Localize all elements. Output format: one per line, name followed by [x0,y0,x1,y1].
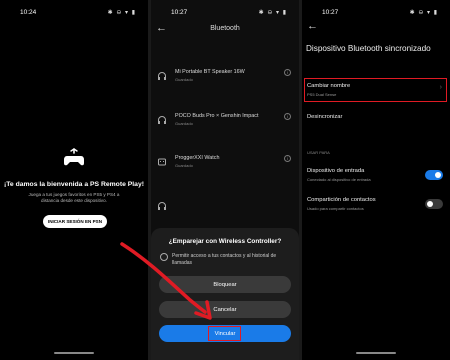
permission-label: Permitir acceso a tus contactos y al his… [172,253,277,266]
highlight-box [208,326,241,341]
device-status: Guardado [175,77,193,82]
header: ← Bluetooth [151,22,299,36]
info-icon[interactable]: i [284,69,291,76]
contacts-label: Compartición de contactos [307,197,376,203]
welcome-subtitle: Juega a tus juegos favoritos en PS5 y PS… [28,192,120,203]
watch-icon [158,158,166,166]
contacts-sub: Usado para compartir contactos [307,206,364,211]
input-device-label: Dispositivo de entrada [307,168,365,174]
device-name: Mi Portable BT Speaker 16W [175,69,245,75]
status-time: 10:24 [20,9,37,16]
section-label: USAR PARA [307,150,330,155]
input-device-sub: Conectado al dispositivo de entrada [307,177,371,182]
highlight-box [304,78,447,102]
pair-dialog: ¿Emparejar con Wireless Controller? Perm… [151,228,299,360]
status-time: 10:27 [322,9,339,16]
input-device-toggle[interactable] [425,170,443,180]
unsync-button[interactable]: Desincronizar [307,114,342,120]
status-bar: 10:24 ✱ ⊖ ▾ ▮ [0,9,148,19]
bluetooth-device-item[interactable]: ProggerXXI Watch Guardado i [151,152,299,176]
info-icon[interactable]: i [284,155,291,162]
cancel-button[interactable]: Cancelar [159,301,291,318]
back-arrow-icon[interactable]: ← [307,20,318,32]
page-title: Dispositivo Bluetooth sincronizado [306,44,431,53]
contacts-toggle[interactable] [425,199,443,209]
bluetooth-screen: 10:27 ✱ ⊖ ▾ ▮ ← Bluetooth Mi Portable BT… [151,0,299,360]
ps-remote-play-screen: 10:24 ✱ ⊖ ▾ ▮ ¡Te damos la bienvenida a … [0,0,148,360]
device-name: POCO Buds Pro × Genshin Impact [175,113,259,119]
device-status: Guardado [175,163,193,168]
gesture-bar [54,352,94,354]
status-bar: 10:27 ✱ ⊖ ▾ ▮ [302,9,450,19]
device-name: ProggerXXI Watch [175,155,220,161]
bluetooth-device-item[interactable]: POCO Buds Pro × Genshin Impact Guardado … [151,110,299,134]
status-time: 10:27 [171,9,188,16]
device-details-screen: 10:27 ✱ ⊖ ▾ ▮ ← Dispositivo Bluetooth si… [302,0,450,360]
signin-psn-button[interactable]: INICIAR SESIÓN EN PSN [43,215,107,228]
toggle-knob [435,172,441,178]
welcome-title: ¡Te damos la bienvenida a PS Remote Play… [4,181,145,188]
bluetooth-device-item[interactable]: Mi Portable BT Speaker 16W Guardado i [151,66,299,90]
page-title: Bluetooth [210,25,240,32]
gesture-bar [356,352,396,354]
headphones-icon [158,72,166,80]
toggle-knob [427,201,433,207]
bluetooth-device-item[interactable] [151,196,299,220]
pair-dialog-title: ¿Emparejar con Wireless Controller? [168,238,282,245]
status-icons: ✱ ⊖ ▾ ▮ [409,10,438,16]
info-icon[interactable]: i [284,113,291,120]
device-status: Guardado [175,121,193,126]
status-icons: ✱ ⊖ ▾ ▮ [107,10,136,16]
block-button[interactable]: Bloquear [159,276,291,293]
gamepad-icon [64,148,84,166]
status-icons: ✱ ⊖ ▾ ▮ [258,10,287,16]
headphones-icon [158,202,166,210]
headphones-icon [158,116,166,124]
permission-checkbox[interactable] [160,253,168,261]
status-bar: 10:27 ✱ ⊖ ▾ ▮ [151,9,299,19]
